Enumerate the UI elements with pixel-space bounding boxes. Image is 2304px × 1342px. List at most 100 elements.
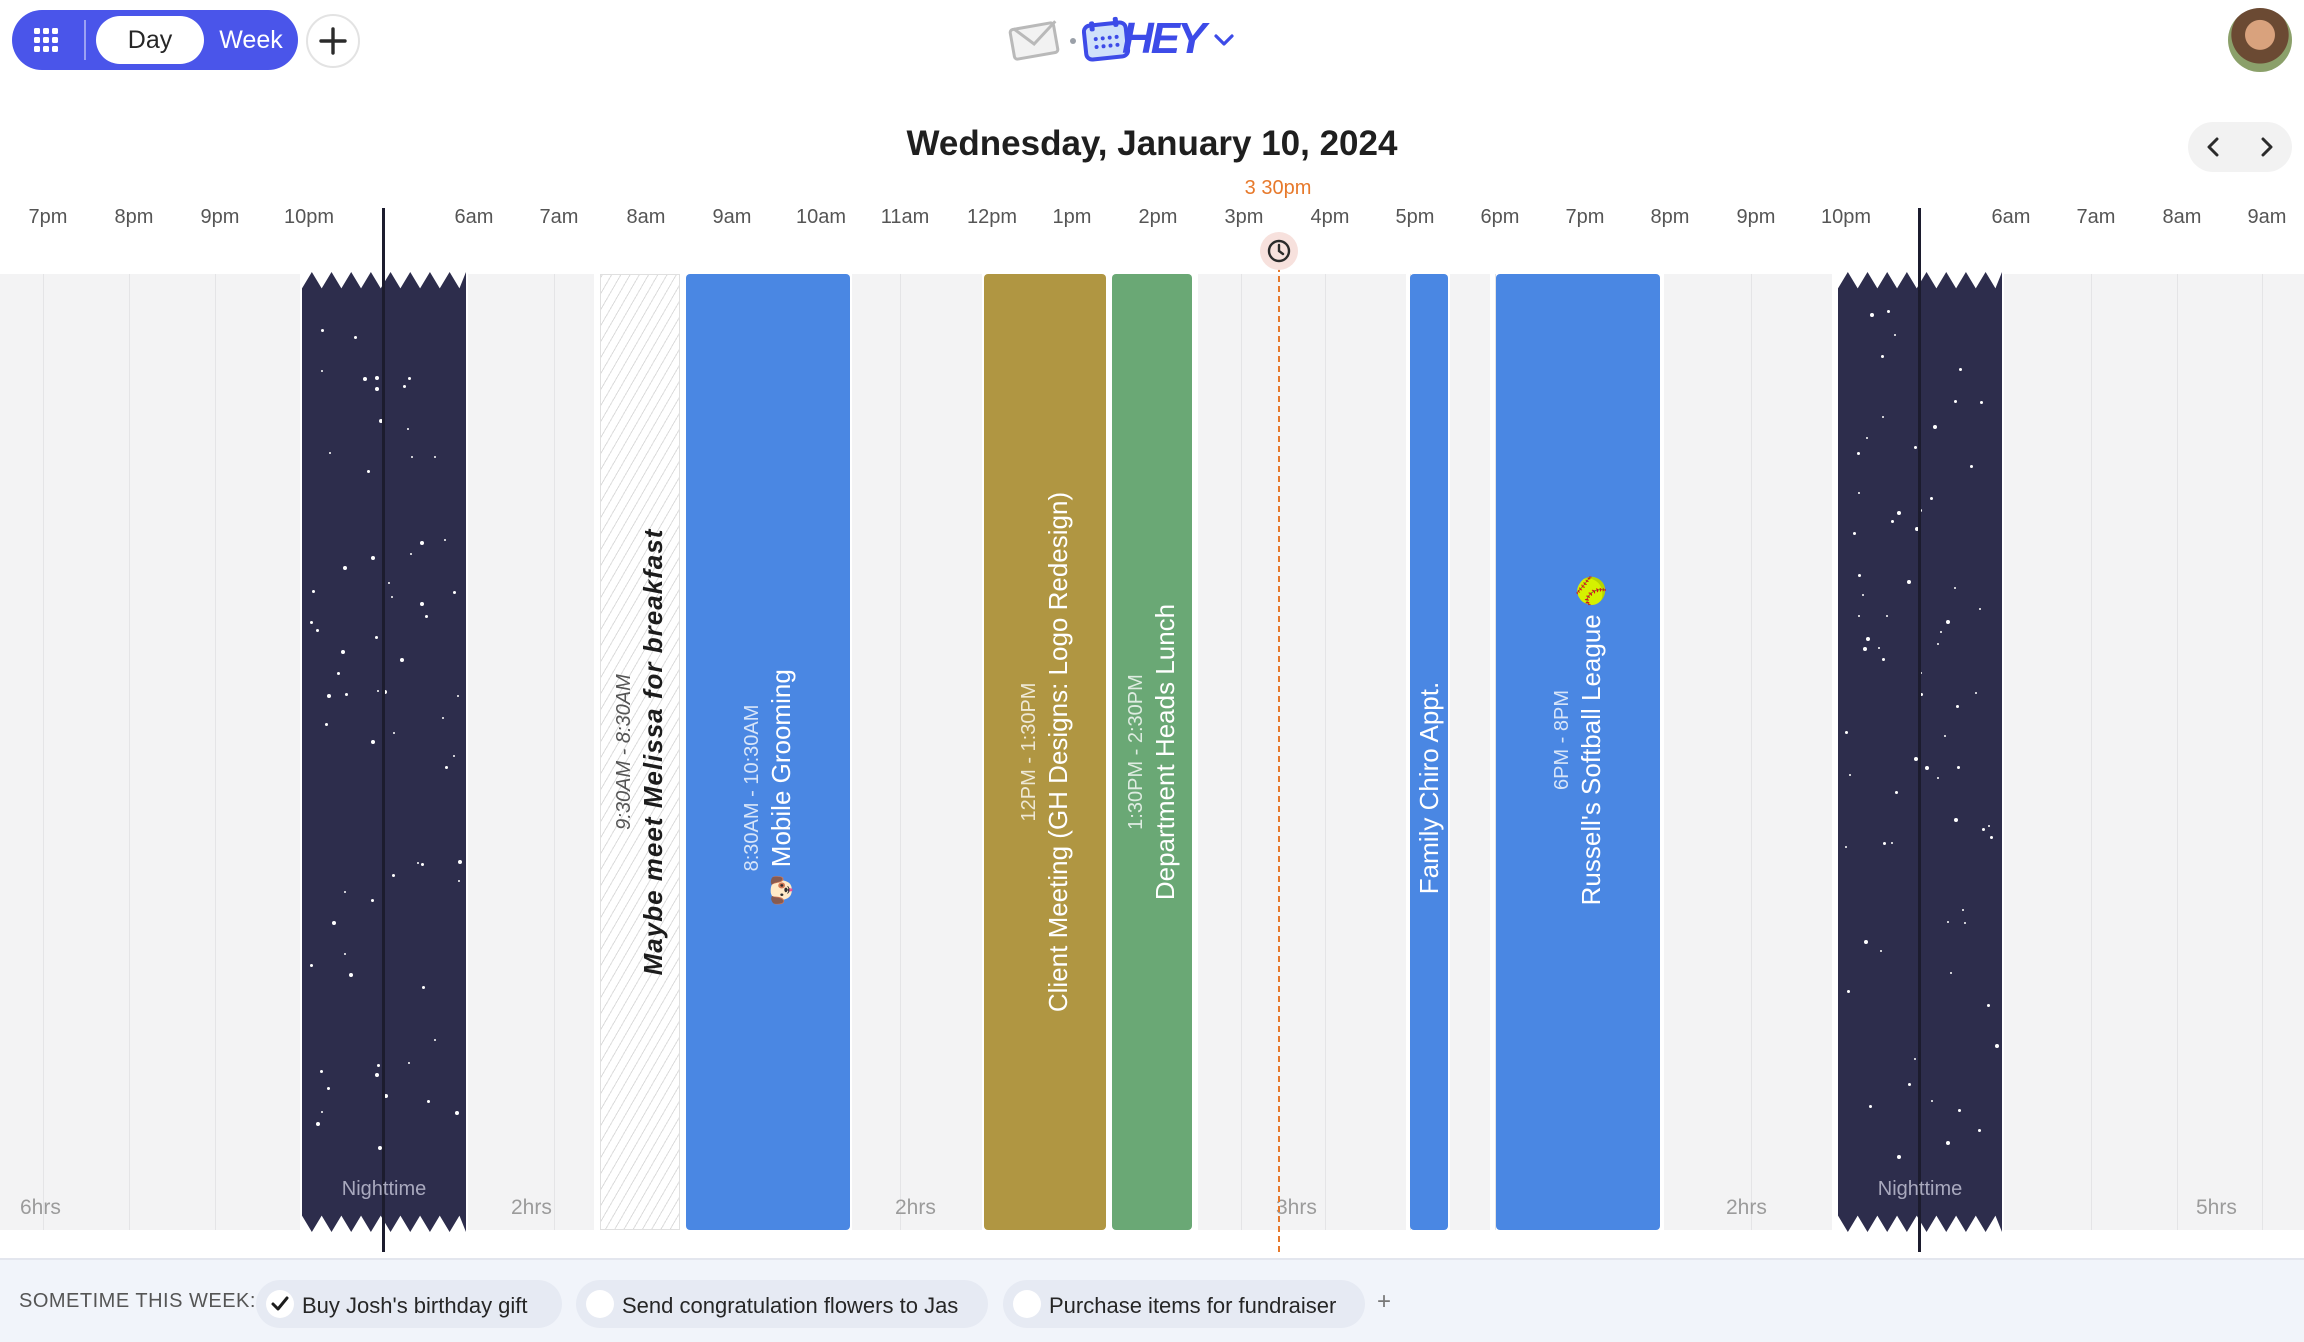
event-client-meeting[interactable]: 12PM - 1:30PM Client Meeting (GH Designs… (984, 274, 1106, 1230)
add-sometime-button[interactable]: + (1377, 1288, 1391, 1316)
star-decoration (388, 582, 391, 585)
event-department-lunch[interactable]: 1:30PM - 2:30PM Department Heads Lunch (1112, 274, 1192, 1230)
star-decoration (392, 873, 396, 877)
event-content: 9:30AM - 8:30AM Maybe meet Melissa for b… (611, 529, 669, 976)
hour-label: 7pm (28, 206, 68, 228)
event-content: 12PM - 1:30PM Client Meeting (GH Designs… (1016, 492, 1074, 1012)
star-decoration (1882, 657, 1886, 661)
star-decoration (441, 717, 444, 720)
star-decoration (329, 452, 332, 455)
sometime-item[interactable]: Send congratulation flowers to Jas (576, 1280, 988, 1328)
sometime-item[interactable]: Buy Josh's birthday gift (256, 1280, 562, 1328)
free-duration-label: 2hrs (511, 1196, 552, 1219)
event-mobile-grooming[interactable]: 8:30AM - 10:30AM 🐶 Mobile Grooming (686, 274, 850, 1230)
star-decoration (1845, 846, 1848, 849)
current-time-label: 3 30pm (1244, 177, 1312, 199)
star-decoration (419, 540, 424, 545)
gridline (900, 274, 901, 1230)
star-decoration (1868, 1105, 1872, 1109)
hour-label: 7am (2076, 206, 2116, 228)
star-decoration (399, 657, 404, 662)
event-family-chiro[interactable]: Family Chiro Appt. (1410, 274, 1448, 1230)
checkmark-icon (271, 1296, 289, 1311)
hour-label: 12pm (966, 206, 1018, 228)
event-title: Department Heads Lunch (1150, 603, 1180, 901)
hour-label: 3pm (1224, 206, 1264, 228)
chevron-left-icon (2207, 137, 2219, 157)
day-view-button[interactable]: Day (96, 16, 204, 64)
mail-icon (1008, 20, 1060, 61)
apps-grid-icon[interactable] (28, 22, 64, 58)
star-decoration (337, 672, 341, 676)
hour-label: 6am (454, 206, 494, 228)
star-decoration (1944, 734, 1947, 737)
free-time-block[interactable] (1664, 274, 1832, 1230)
star-decoration (349, 972, 354, 977)
event-time: 12PM - 1:30PM (1018, 682, 1040, 822)
nighttime-label: Nighttime (1877, 1178, 1963, 1200)
star-decoration (316, 1121, 321, 1126)
event-maybe-breakfast[interactable]: 9:30AM - 8:30AM Maybe meet Melissa for b… (600, 274, 680, 1230)
star-decoration (410, 456, 413, 459)
hour-label: 2pm (1138, 206, 1178, 228)
hey-logo-menu[interactable]: HEY (1008, 12, 1240, 68)
star-decoration (452, 590, 456, 594)
free-time-block[interactable] (0, 274, 300, 1230)
star-decoration (1914, 445, 1918, 449)
star-decoration (393, 731, 396, 734)
hour-label: 9pm (1736, 206, 1776, 228)
star-decoration (1987, 1003, 1991, 1007)
star-decoration (457, 695, 460, 698)
star-decoration (376, 689, 379, 692)
hour-label: 7pm (1565, 206, 1605, 228)
hour-label: 8am (2162, 206, 2202, 228)
week-view-button[interactable]: Week (208, 16, 294, 64)
star-decoration (1930, 1099, 1933, 1102)
free-time-block[interactable] (1450, 274, 1490, 1230)
star-decoration (1853, 532, 1857, 536)
star-decoration (1886, 614, 1889, 617)
next-day-button[interactable] (2240, 122, 2292, 172)
star-decoration (443, 538, 446, 541)
star-decoration (374, 375, 379, 380)
todo-checkbox[interactable] (1013, 1290, 1041, 1318)
star-decoration (1914, 1058, 1917, 1061)
gridline (215, 274, 216, 1230)
user-avatar[interactable] (2228, 8, 2292, 72)
free-duration-label: 3hrs (1276, 1196, 1317, 1219)
star-decoration (1896, 511, 1901, 516)
event-time: 8:30AM - 10:30AM (741, 704, 763, 872)
gridline (2177, 274, 2178, 1230)
free-time-block[interactable] (2004, 274, 2304, 1230)
free-duration-label: 6hrs (20, 1196, 61, 1219)
star-decoration (1857, 574, 1861, 578)
event-title-text: Russell's Softball League (1576, 614, 1606, 906)
star-decoration (1894, 334, 1897, 337)
star-decoration (1963, 921, 1966, 924)
free-time-block[interactable] (1198, 274, 1406, 1230)
star-decoration (457, 859, 462, 864)
todo-checkbox[interactable] (266, 1290, 294, 1318)
free-time-block[interactable] (468, 274, 594, 1230)
previous-day-button[interactable] (2188, 122, 2240, 172)
free-duration-label: 2hrs (1726, 1196, 1767, 1219)
gridline (2091, 274, 2092, 1230)
free-time-block[interactable] (852, 274, 982, 1230)
star-decoration (326, 694, 331, 699)
sometime-item-label: Send congratulation flowers to Jas (622, 1293, 959, 1318)
hour-label: 8pm (114, 206, 154, 228)
free-duration-label: 5hrs (2196, 1196, 2237, 1219)
star-decoration (1924, 766, 1929, 771)
star-decoration (1930, 496, 1934, 500)
gridline (129, 274, 130, 1230)
star-decoration (1878, 647, 1881, 650)
event-content: Family Chiro Appt. (1413, 682, 1445, 894)
star-decoration (454, 1111, 459, 1116)
event-softball-league[interactable]: 6PM - 8PM Russell's Softball League 🥎 (1496, 274, 1660, 1230)
gridline (1751, 274, 1752, 1230)
todo-checkbox[interactable] (586, 1290, 614, 1318)
star-decoration (1945, 1140, 1950, 1145)
add-event-button[interactable] (306, 14, 360, 68)
sometime-item[interactable]: Purchase items for fundraiser (1003, 1280, 1365, 1328)
midnight-line (382, 208, 385, 1252)
